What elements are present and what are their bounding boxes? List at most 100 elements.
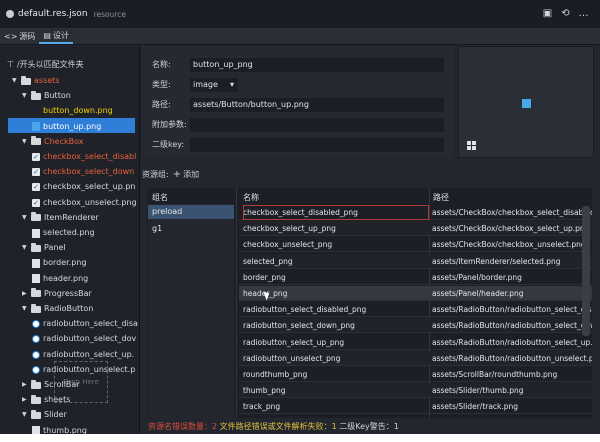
resource-path-cell[interactable]: assets/Panel/header.png <box>432 286 592 301</box>
group-row-g1[interactable]: g1 <box>148 222 234 236</box>
split-editor-icon[interactable]: ▣ <box>542 8 553 19</box>
file-tab[interactable]: default.res.json resource <box>6 6 126 22</box>
tab-design[interactable]: ▤ 设计 <box>39 28 73 44</box>
resource-name-cell[interactable]: radiobutton_select_down_png <box>243 318 429 333</box>
resource-name-cell[interactable]: radiobutton_unselect_png <box>243 351 429 366</box>
tree-search[interactable]: ⊤ /开头以匹配文件夹 <box>7 58 132 70</box>
name-error-count: 资源名错误数量：2 <box>148 422 218 431</box>
table-row[interactable]: radiobutton_select_up_png assets/RadioBut… <box>239 335 592 350</box>
resource-name-cell[interactable]: checkbox_select_up_png <box>243 221 429 236</box>
path-error-count: 文件路径错误或文件解析失败：1 <box>219 422 337 431</box>
resource-name-cell[interactable]: roundthumb_png <box>243 367 429 382</box>
tree-item[interactable]: ▼ Slider <box>22 408 67 422</box>
chevron-icon[interactable]: ▶ <box>22 382 28 388</box>
resource-path-cell[interactable]: assets/Slider/thumb.png <box>432 383 592 398</box>
more-actions-icon[interactable]: … <box>578 8 589 19</box>
chevron-icon[interactable]: ▼ <box>22 412 28 418</box>
tree-item[interactable]: radiobutton_select_disa <box>32 317 138 331</box>
tree-item[interactable]: selected.png <box>32 226 95 240</box>
tab-source[interactable]: <> 源码 <box>0 28 39 44</box>
tree-item[interactable]: header.png <box>32 272 88 286</box>
resource-path-cell[interactable]: assets/RadioButton/radiobutton_select_do… <box>432 318 592 333</box>
drop-zone[interactable]: Drop Here <box>54 361 108 403</box>
tree-item[interactable]: button_up.png <box>32 120 101 134</box>
file-icon <box>6 10 14 18</box>
chevron-icon[interactable]: ▼ <box>22 245 28 251</box>
type-select[interactable]: image ▾ <box>190 78 238 92</box>
resource-name-cell[interactable]: radiobutton_select_disabled_png <box>243 302 429 317</box>
add-group-label: 添加 <box>183 169 200 179</box>
resource-name-cell[interactable]: thumb_png <box>243 383 429 398</box>
table-row[interactable]: header_png assets/Panel/header.png <box>239 286 592 301</box>
resource-name-cell[interactable]: track_png <box>243 399 429 414</box>
chevron-icon[interactable]: ▶ <box>22 397 28 403</box>
table-row[interactable]: checkbox_select_disabled_png assets/Check… <box>239 205 592 220</box>
tree-item[interactable]: ▶ ProgressBar <box>22 287 92 301</box>
table-row[interactable]: roundthumb_png assets/ScrollBar/roundthum… <box>239 367 592 382</box>
resource-name-cell[interactable]: checkbox_unselect_png <box>243 237 429 252</box>
chevron-icon[interactable]: ▼ <box>22 306 28 312</box>
resource-name-cell[interactable]: radiobutton_select_up_png <box>243 335 429 350</box>
resource-name-cell[interactable]: selected_png <box>243 254 429 269</box>
table-row[interactable]: selected_png assets/ItemRenderer/selected… <box>239 253 592 269</box>
extra-params-field[interactable] <box>190 118 444 132</box>
resource-path-cell[interactable]: assets/CheckBox/checkbox_select_up.png <box>432 221 592 236</box>
tree-item[interactable]: ▼ assets <box>12 74 59 88</box>
group-row-preload[interactable]: preload <box>148 205 234 219</box>
title-tab-bar: default.res.json resource ▣ ⟲ … <box>0 0 600 28</box>
secondary-key-field[interactable] <box>190 138 444 152</box>
tree-item-label: Slider <box>44 410 67 420</box>
tree-item[interactable]: ▼ Panel <box>22 241 66 255</box>
tree-item[interactable]: ▼ CheckBox <box>22 135 83 149</box>
tree-item[interactable]: radiobutton_select_dov <box>32 332 136 346</box>
table-row[interactable]: track_png assets/Slider/track.png <box>239 399 592 415</box>
table-row[interactable]: radiobutton_unselect_png assets/RadioButt… <box>239 350 592 366</box>
tree-item-label: CheckBox <box>44 136 84 146</box>
open-changes-icon[interactable]: ⟲ <box>560 8 571 19</box>
col-group-header: 组名 <box>152 193 168 202</box>
tree-item[interactable]: radiobutton_select_up. <box>32 348 134 362</box>
resource-path-cell[interactable]: assets/RadioButton/radiobutton_select_up… <box>432 335 592 350</box>
resource-name-cell[interactable]: border_png <box>243 270 429 285</box>
resource-path-cell[interactable]: assets/ItemRenderer/selected.png <box>432 254 592 269</box>
name-field[interactable]: button_up_png <box>190 58 444 72</box>
chevron-icon[interactable]: ▼ <box>22 214 28 221</box>
resource-path-cell[interactable]: assets/RadioButton/radiobutton_unselect.… <box>432 351 592 366</box>
tree-item[interactable]: ✓ checkbox_unselect.png <box>32 196 137 210</box>
path-field[interactable]: assets/Button/button_up.png <box>190 98 444 112</box>
image-preview <box>458 46 594 158</box>
grid-icon[interactable] <box>467 141 476 150</box>
table-scrollbar[interactable] <box>582 206 590 336</box>
chevron-icon[interactable]: ▼ <box>22 138 28 145</box>
resource-path-cell[interactable]: assets/CheckBox/checkbox_select_disabled… <box>432 205 592 220</box>
resource-path-cell[interactable]: assets/ScrollBar/roundthumb.png <box>432 367 592 382</box>
folder-icon <box>31 242 41 252</box>
table-row[interactable]: checkbox_unselect_png assets/CheckBox/che… <box>239 237 592 253</box>
table-row[interactable]: thumb_png assets/Slider/thumb.png <box>239 383 592 399</box>
tab-design-label: 设计 <box>52 30 69 40</box>
key-warning-count: 二级Key警告：1 <box>339 422 399 431</box>
tree-item-label: ProgressBar <box>44 288 92 298</box>
tree-item[interactable]: ▼ RadioButton <box>22 302 93 316</box>
table-row[interactable]: radiobutton_select_down_png assets/RadioB… <box>239 318 592 334</box>
tree-item[interactable]: ▼ Button <box>22 89 71 103</box>
resource-path-cell[interactable]: assets/Slider/track.png <box>432 399 592 414</box>
table-row[interactable]: radiobutton_select_disabled_png assets/Ra… <box>239 302 592 318</box>
tree-item[interactable]: ✓ checkbox_select_down <box>32 165 134 179</box>
tree-item[interactable]: button_down.png <box>32 104 113 118</box>
tree-item-label: button_up.png <box>43 121 102 131</box>
table-row[interactable]: border_png assets/Panel/border.png <box>239 270 592 285</box>
tree-item[interactable]: ✓ checkbox_select_disabl <box>32 150 136 164</box>
chevron-icon[interactable]: ▼ <box>22 93 28 99</box>
tree-item[interactable]: ✓ checkbox_select_up.pn <box>32 180 136 194</box>
chevron-icon[interactable]: ▼ <box>12 78 18 84</box>
resource-name-cell[interactable]: checkbox_select_disabled_png <box>243 205 429 220</box>
resource-path-cell[interactable]: assets/RadioButton/radiobutton_select_di… <box>432 302 592 317</box>
table-row[interactable]: checkbox_select_up_png assets/CheckBox/ch… <box>239 221 592 237</box>
chevron-icon[interactable]: ▶ <box>22 290 28 297</box>
resource-path-cell[interactable]: assets/CheckBox/checkbox_unselect.png <box>432 237 592 252</box>
resource-path-cell[interactable]: assets/Panel/border.png <box>432 270 592 285</box>
add-group-button[interactable]: + 添加 <box>173 169 199 180</box>
tree-item[interactable]: ▼ ItemRenderer <box>22 211 99 225</box>
tree-item[interactable]: border.png <box>32 256 86 270</box>
